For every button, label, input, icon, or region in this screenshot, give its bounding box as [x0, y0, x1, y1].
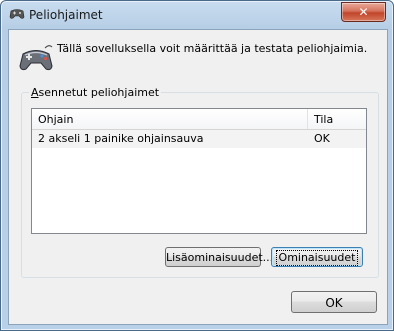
- list-item[interactable]: 2 akseli 1 painike ohjainsauva OK: [32, 130, 366, 148]
- close-button[interactable]: ✕: [341, 2, 386, 22]
- dialog-body: Tällä sovelluksella voit määrittää ja te…: [8, 29, 388, 325]
- column-header-status[interactable]: Tila: [308, 109, 366, 129]
- controllers-list[interactable]: Ohjain Tila 2 akseli 1 painike ohjainsau…: [31, 108, 367, 234]
- group-label: Asennetut peliohjaimet: [29, 86, 162, 99]
- list-header: Ohjain Tila: [32, 109, 366, 130]
- ok-button[interactable]: OK: [291, 291, 377, 313]
- column-label: Tila: [314, 113, 334, 126]
- close-icon: ✕: [358, 5, 369, 19]
- advanced-button[interactable]: Lisäominaisuudet...: [165, 247, 273, 267]
- dialog-window: Peliohjaimet ✕ Tällä sovelluksella voit …: [0, 0, 394, 331]
- title-bar[interactable]: Peliohjaimet ✕: [1, 1, 393, 29]
- window-title: Peliohjaimet: [29, 8, 103, 22]
- gamepad-icon: [9, 9, 25, 19]
- column-label: Ohjain: [38, 113, 74, 126]
- properties-button[interactable]: Ominaisuudet: [271, 247, 363, 267]
- column-header-controller[interactable]: Ohjain: [32, 109, 308, 129]
- button-label: OK: [325, 296, 343, 310]
- gamepad-icon: [19, 45, 53, 71]
- button-label: Ominaisuudet: [275, 250, 359, 266]
- button-label: Lisäominaisuudet...: [166, 251, 274, 264]
- controller-status: OK: [314, 132, 330, 145]
- controller-name: 2 akseli 1 painike ohjainsauva: [38, 132, 204, 145]
- intro-text: Tällä sovelluksella voit määrittää ja te…: [57, 42, 368, 55]
